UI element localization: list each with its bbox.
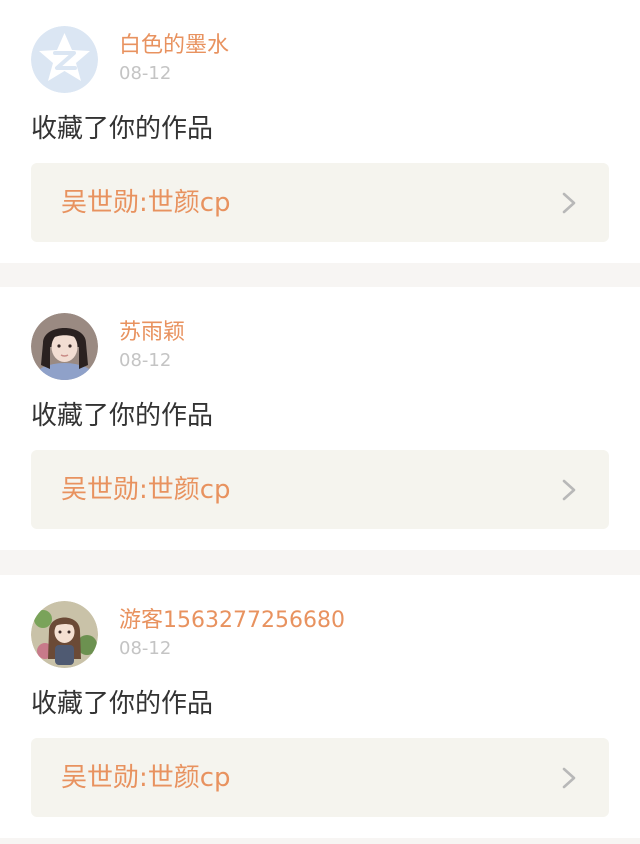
work-title: 吴世勋:世颜cp [61, 188, 231, 218]
avatar[interactable] [31, 601, 98, 668]
chevron-right-icon [559, 767, 579, 789]
notification-feed: 白色的墨水 08-12 收藏了你的作品 吴世勋:世颜cp 苏雨颖 08-12 收… [0, 0, 640, 844]
notification-card: 苏雨颖 08-12 收藏了你的作品 吴世勋:世颜cp [0, 287, 640, 550]
work-title: 吴世勋:世颜cp [61, 763, 231, 793]
timestamp: 08-12 [119, 638, 172, 659]
action-text: 收藏了你的作品 [31, 401, 214, 431]
anime-illustration-avatar-icon [31, 601, 98, 668]
chevron-right-icon [559, 479, 579, 501]
action-text: 收藏了你的作品 [31, 689, 214, 719]
timestamp: 08-12 [119, 63, 172, 84]
work-link[interactable]: 吴世勋:世颜cp [31, 450, 609, 529]
work-title: 吴世勋:世颜cp [61, 475, 231, 505]
work-link[interactable]: 吴世勋:世颜cp [31, 738, 609, 817]
username[interactable]: 游客1563277256680 [119, 606, 345, 636]
username[interactable]: 苏雨颖 [119, 318, 185, 348]
chevron-right-icon [559, 192, 579, 214]
work-link[interactable]: 吴世勋:世颜cp [31, 163, 609, 242]
avatar[interactable] [31, 313, 98, 380]
qq-default-avatar-icon [31, 26, 98, 93]
notification-card: 白色的墨水 08-12 收藏了你的作品 吴世勋:世颜cp [0, 0, 640, 263]
notification-card: 游客1563277256680 08-12 收藏了你的作品 吴世勋:世颜cp [0, 575, 640, 838]
avatar[interactable] [31, 26, 98, 93]
action-text: 收藏了你的作品 [31, 114, 214, 144]
username[interactable]: 白色的墨水 [119, 31, 229, 61]
user-photo-avatar-icon [31, 313, 98, 380]
timestamp: 08-12 [119, 350, 172, 371]
